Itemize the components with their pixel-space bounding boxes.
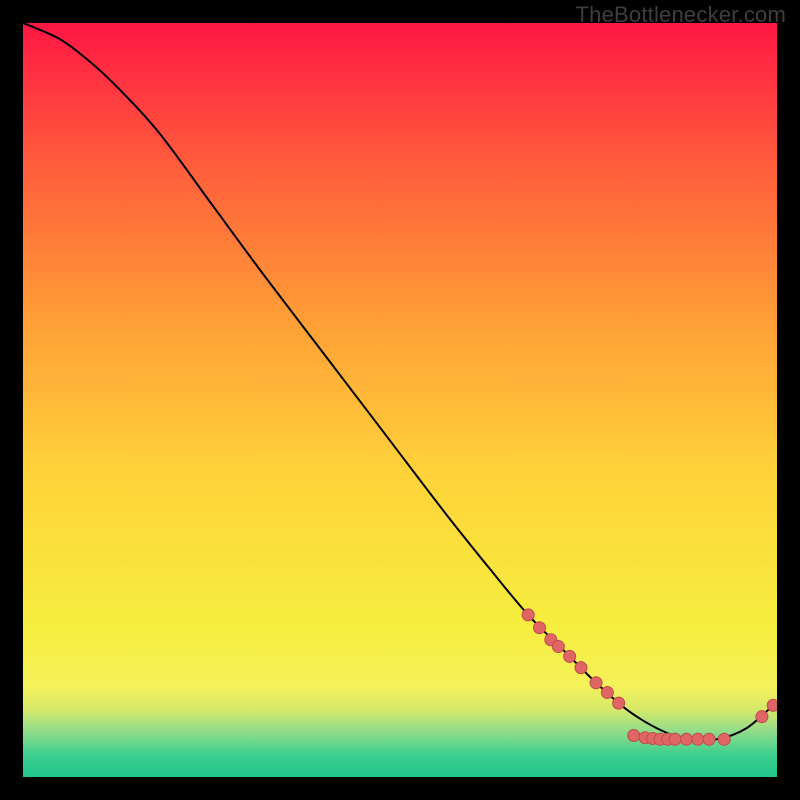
data-marker [628, 730, 640, 742]
plot-area [23, 23, 777, 777]
data-marker [703, 733, 715, 745]
data-marker [692, 733, 704, 745]
data-marker [669, 733, 681, 745]
bottleneck-chart [23, 23, 777, 777]
data-marker [564, 650, 576, 662]
chart-frame: TheBottlenecker.com [0, 0, 800, 800]
data-marker [613, 697, 625, 709]
data-marker [756, 711, 768, 723]
data-marker [718, 733, 730, 745]
data-marker [552, 641, 564, 653]
data-marker [522, 609, 534, 621]
data-marker [681, 733, 693, 745]
data-marker [601, 687, 613, 699]
data-marker [590, 677, 602, 689]
watermark-text: TheBottlenecker.com [576, 2, 786, 28]
gradient-background [23, 23, 777, 777]
data-marker [575, 662, 587, 674]
data-marker [767, 699, 777, 711]
data-marker [533, 622, 545, 634]
